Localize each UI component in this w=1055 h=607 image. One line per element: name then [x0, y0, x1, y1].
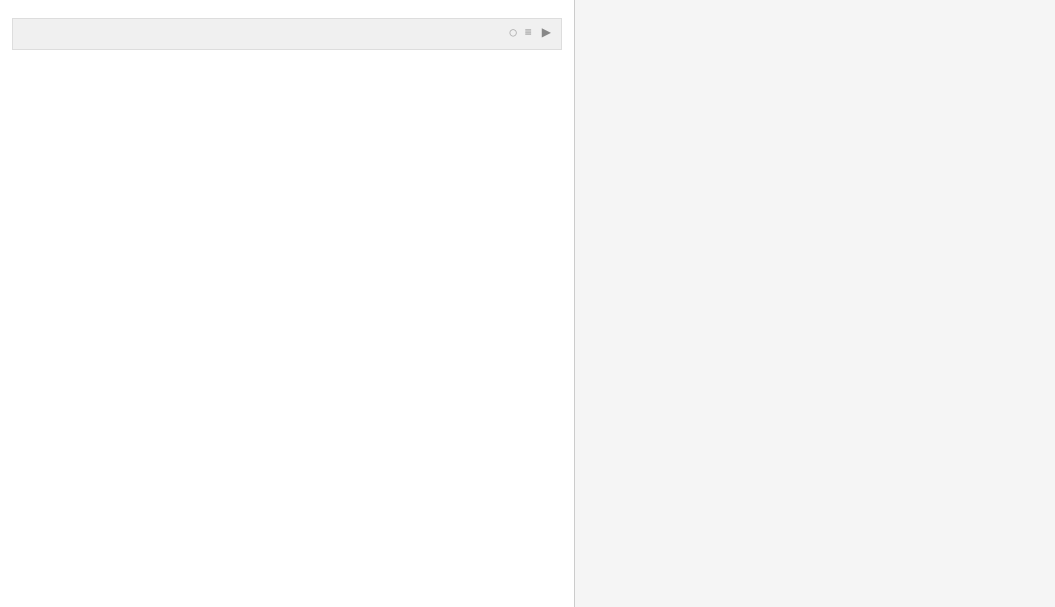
- code-block-q4: ○ ≡ ▶: [12, 18, 562, 50]
- code-icons: ○ ≡ ▶: [510, 25, 553, 39]
- code-block-q4-header: ○ ≡ ▶: [21, 25, 553, 39]
- page-container: ○ ≡ ▶: [0, 0, 1055, 607]
- circle-icon: ○: [510, 25, 517, 39]
- menu-icon-btn[interactable]: ≡: [523, 25, 534, 39]
- left-panel: ○ ≡ ▶: [0, 0, 575, 607]
- run-icon-btn[interactable]: ▶: [540, 25, 553, 39]
